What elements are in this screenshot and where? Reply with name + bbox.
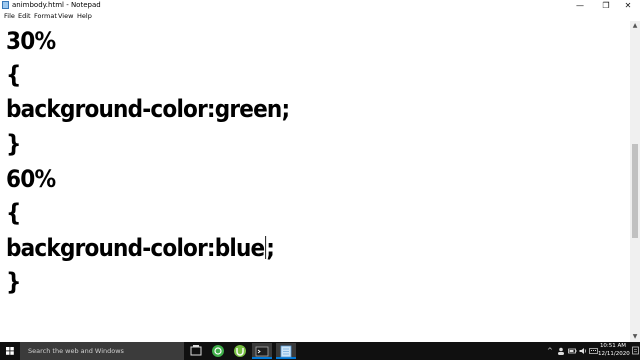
menu-file[interactable]: File <box>4 11 15 21</box>
menu-format[interactable]: Format <box>34 11 57 21</box>
scroll-up-arrow-icon[interactable]: ▲ <box>630 21 640 31</box>
editor-line-with-caret: background-color:blue; <box>6 231 275 265</box>
battery-icon[interactable] <box>568 347 577 357</box>
editor-line: 30% <box>6 27 56 55</box>
editor-line-text: background-color:blue <box>6 234 265 262</box>
taskbar-search-box[interactable]: Search the web and Windows <box>20 342 184 360</box>
editor-line: background-color:green; <box>6 95 290 123</box>
clock-date: 12/11/2020 <box>598 350 630 357</box>
taskbar-clock[interactable]: 10:51 AM 12/11/2020 <box>598 343 630 358</box>
window-title: animbody.html - Notepad <box>12 1 101 9</box>
editor-line: { <box>6 199 21 227</box>
vertical-scrollbar[interactable]: ▲ ▼ <box>630 21 640 342</box>
taskbar: Search the web and Windows ^ 10:51 AM 12… <box>0 342 640 360</box>
menu-edit[interactable]: Edit <box>18 11 31 21</box>
keyboard-icon[interactable] <box>589 347 598 357</box>
menu-bar: File Edit Format View Help <box>0 11 640 21</box>
green-circle-app-icon[interactable] <box>208 343 228 359</box>
utorrent-icon[interactable] <box>230 343 250 359</box>
clock-time: 10:51 AM <box>599 343 627 349</box>
task-view-icon[interactable] <box>186 343 206 359</box>
people-tray-icon[interactable] <box>557 347 565 357</box>
menu-help[interactable]: Help <box>77 11 92 21</box>
editor-line-text-end: ; <box>266 234 275 262</box>
notepad-app-icon <box>2 1 9 9</box>
editor-line: } <box>6 130 21 158</box>
tray-chevron-icon[interactable]: ^ <box>547 347 553 355</box>
notepad-icon[interactable] <box>276 343 296 359</box>
title-bar: animbody.html - Notepad — ❐ ✕ <box>0 0 640 11</box>
windows-logo-icon <box>6 347 14 355</box>
minimize-button[interactable]: — <box>568 0 592 11</box>
maximize-button[interactable]: ❐ <box>594 0 618 11</box>
start-button[interactable] <box>0 342 20 360</box>
scroll-down-arrow-icon[interactable]: ▼ <box>630 332 640 342</box>
terminal-icon[interactable] <box>252 343 272 359</box>
editor-line: } <box>6 268 21 296</box>
editor-line: 60% <box>6 165 56 193</box>
menu-view[interactable]: View <box>58 11 73 21</box>
notifications-icon[interactable] <box>631 342 640 360</box>
volume-icon[interactable] <box>579 347 587 357</box>
scrollbar-thumb[interactable] <box>632 144 638 238</box>
close-button[interactable]: ✕ <box>616 0 640 11</box>
text-editor[interactable]: 30% { background-color:green; } 60% { ba… <box>0 21 630 342</box>
editor-line: { <box>6 61 21 89</box>
search-placeholder: Search the web and Windows <box>28 347 124 355</box>
